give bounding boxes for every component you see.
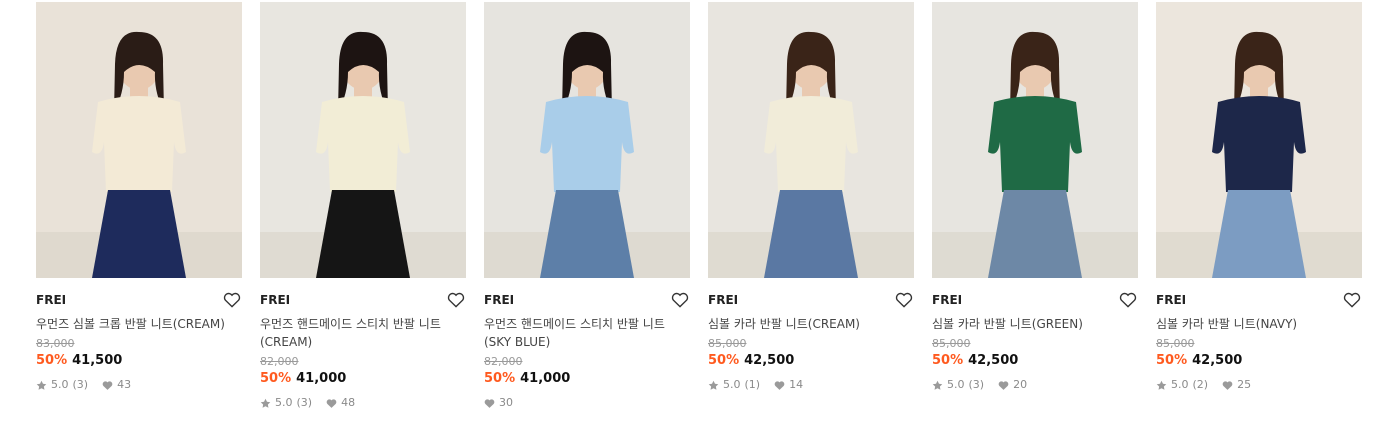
like-heart-icon [1222,380,1233,391]
rating-score: 5.0 [947,378,965,391]
brand-name[interactable]: FREI [484,292,690,308]
heart-icon[interactable] [222,290,242,310]
brand-name[interactable]: FREI [932,292,1138,308]
product-title[interactable]: 우먼즈 심볼 크롭 반팔 니트(CREAM) [36,315,242,333]
heart-icon[interactable] [1118,290,1138,310]
review-count: (3) [72,378,89,391]
star-icon [260,398,271,409]
heart-icon[interactable] [446,290,466,310]
product-image[interactable] [484,2,690,278]
sale-price: 42,500 [744,353,795,368]
review-count: (1) [744,378,761,391]
brand-name[interactable]: FREI [708,292,914,308]
like-count: 43 [117,378,132,391]
discount-rate: 50% [932,353,964,368]
product-card[interactable]: FREI 심볼 카라 반팔 니트(GREEN) 85,000 50% 42,500… [932,2,1138,392]
product-title[interactable]: 심볼 카라 반팔 니트(GREEN) [932,315,1138,333]
price-row: 50% 42,500 [708,352,914,370]
product-image[interactable] [1156,2,1362,278]
product-card[interactable]: FREI 심볼 카라 반팔 니트(CREAM) 85,000 50% 42,500… [708,2,914,392]
like-count: 30 [499,396,513,409]
brand-name[interactable]: FREI [1156,292,1362,308]
product-image[interactable] [260,2,466,278]
star-icon [708,380,719,391]
original-price: 85,000 [932,337,971,350]
like-count: 25 [1237,378,1252,391]
original-price: 85,000 [708,337,747,350]
discount-rate: 50% [708,353,740,368]
product-image[interactable] [932,2,1138,278]
original-price: 82,000 [260,355,299,368]
discount-rate: 50% [484,371,516,386]
heart-icon[interactable] [894,290,914,310]
brand-name[interactable]: FREI [36,292,242,308]
like-heart-icon [998,380,1009,391]
discount-rate: 50% [1156,353,1188,368]
star-icon [1156,380,1167,391]
price-row: 50% 42,500 [1156,352,1362,370]
rating-score: 5.0 [1171,378,1189,391]
heart-icon[interactable] [670,290,690,310]
price-row: 50% 41,500 [36,352,242,370]
like-heart-icon [484,398,495,409]
product-title[interactable]: 우먼즈 핸드메이드 스티치 반팔 니트(SKY BLUE) [484,315,690,351]
price-row: 50% 41,000 [484,370,690,388]
price-row: 50% 41,000 [260,370,466,388]
sale-price: 42,500 [1192,353,1243,368]
original-price: 82,000 [484,355,523,368]
rating-score: 5.0 [723,378,741,391]
heart-icon[interactable] [1342,290,1362,310]
review-meta: 30 [484,396,690,410]
brand-name[interactable]: FREI [260,292,466,308]
product-card[interactable]: FREI 우먼즈 핸드메이드 스티치 반팔 니트(CREAM) 82,000 5… [260,2,466,410]
product-grid: FREI 우먼즈 심볼 크롭 반팔 니트(CREAM) 83,000 50% 41… [0,0,1379,426]
product-card[interactable]: FREI 우먼즈 핸드메이드 스티치 반팔 니트(SKY BLUE) 82,00… [484,2,690,410]
product-card[interactable]: FREI 심볼 카라 반팔 니트(NAVY) 85,000 50% 42,500 … [1156,2,1362,392]
sale-price: 41,000 [520,371,571,386]
sale-price: 42,500 [968,353,1019,368]
review-meta: 5.0 (2) 25 [1156,378,1362,392]
review-count: (3) [296,396,313,409]
rating-score: 5.0 [275,396,293,409]
rating-score: 5.0 [51,378,69,391]
like-count: 20 [1013,378,1028,391]
star-icon [36,380,47,391]
like-count: 14 [789,378,804,391]
price-row: 50% 42,500 [932,352,1138,370]
product-image[interactable] [36,2,242,278]
original-price: 85,000 [1156,337,1195,350]
review-meta: 5.0 (1) 14 [708,378,914,392]
discount-rate: 50% [36,353,68,368]
like-heart-icon [326,398,337,409]
sale-price: 41,000 [296,371,347,386]
product-image[interactable] [708,2,914,278]
sale-price: 41,500 [72,353,123,368]
product-title[interactable]: 심볼 카라 반팔 니트(NAVY) [1156,315,1362,333]
product-card[interactable]: FREI 우먼즈 심볼 크롭 반팔 니트(CREAM) 83,000 50% 41… [36,2,242,392]
review-meta: 5.0 (3) 43 [36,378,242,392]
like-heart-icon [774,380,785,391]
review-count: (3) [968,378,985,391]
like-heart-icon [102,380,113,391]
review-count: (2) [1192,378,1209,391]
review-meta: 5.0 (3) 20 [932,378,1138,392]
original-price: 83,000 [36,337,75,350]
review-meta: 5.0 (3) 48 [260,396,466,410]
product-title[interactable]: 심볼 카라 반팔 니트(CREAM) [708,315,914,333]
like-count: 48 [341,396,356,409]
product-title[interactable]: 우먼즈 핸드메이드 스티치 반팔 니트(CREAM) [260,315,466,351]
discount-rate: 50% [260,371,292,386]
star-icon [932,380,943,391]
